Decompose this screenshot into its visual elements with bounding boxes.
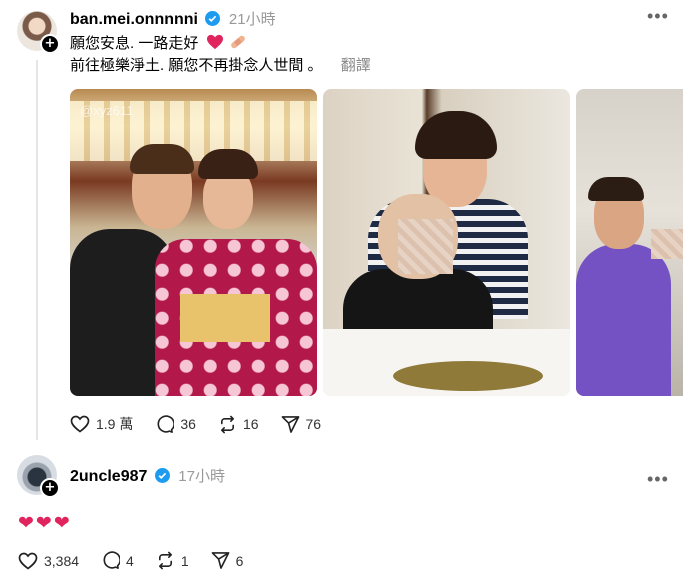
comment-icon [157,414,175,433]
share-icon [211,552,230,569]
reply-comment-count: 4 [126,552,134,569]
like-count: 1.9 萬 [96,416,134,432]
heart-outline-icon [18,552,38,570]
face-blur [398,219,453,274]
reply-like-count: 3,384 [44,552,80,569]
post-body: 願您安息. 一路走好 前往極樂淨土. 願您不再掛念人世間 。 翻譯 [70,33,371,77]
reply-header: 2uncle987 17小時 [70,465,225,486]
username[interactable]: ban.mei.onnnnni [70,11,198,28]
repost-icon [158,551,172,570]
reply-actions: 3,384 4 1 6 [18,551,265,570]
translate-link[interactable]: 翻譯 [341,57,371,74]
person-purple-shirt [576,244,671,396]
comment-count: 36 [180,416,196,432]
share-button[interactable]: 76 [281,415,322,434]
reply-share-button[interactable]: 6 [211,551,244,570]
bandage-icon [230,35,245,49]
reply-verified-badge-icon [154,468,170,483]
share-icon [281,415,299,433]
child-face-blur [651,229,683,259]
verified-badge-icon [205,11,221,26]
post-time: 21小時 [228,11,276,28]
share-count: 76 [305,416,322,432]
obi-belt [180,294,270,342]
reply-emoji: ❤❤❤ [18,512,72,534]
post-line-1: 願您安息. 一路走好 [70,33,371,55]
person-hair [588,177,644,201]
follow-plus-icon[interactable]: + [40,34,60,54]
person-man-hair [130,144,194,174]
heart-outline-icon [70,415,90,433]
reply-follow-plus-icon[interactable]: + [40,478,60,498]
reply-username[interactable]: 2uncle987 [70,468,147,485]
person-woman-hair [198,149,258,179]
post-actions: 1.9 萬 36 16 76 [70,414,343,434]
grandma-hair [415,111,497,159]
comment-button[interactable]: 36 [155,414,196,434]
post-line-2: 前往極樂淨土. 願您不再掛念人世間 。 翻譯 [70,55,371,77]
post-header: ban.mei.onnnnni 21小時 [70,8,276,29]
red-heart-icon [206,34,223,50]
thread-line [36,60,38,440]
like-button[interactable]: 1.9 萬 [70,414,133,434]
reply-time: 17小時 [178,468,225,485]
reply-body: ❤❤❤ [18,512,72,534]
reply-like-button[interactable]: 3,384 [18,552,79,570]
reply-repost-button[interactable]: 1 [156,551,189,570]
repost-count: 16 [242,416,259,432]
reply-share-count: 6 [235,552,244,569]
post-line-1-text: 願您安息. 一路走好 [70,35,199,52]
more-options-icon[interactable]: ••• [647,6,669,27]
reply-comment-button[interactable]: 4 [101,551,134,570]
reply-repost-count: 1 [180,552,189,569]
photo-watermark: @xyz611 [80,103,134,118]
post-photo-1[interactable]: @xyz611 [70,89,317,396]
post-line-2-text: 前往極樂淨土. 願您不再掛念人世間 。 [70,57,323,74]
reply-more-options-icon[interactable]: ••• [647,469,669,490]
food [393,361,543,391]
repost-icon [220,415,234,433]
post-photo-3[interactable] [576,89,683,396]
repost-button[interactable]: 16 [218,415,259,434]
post-photo-2[interactable] [323,89,570,396]
comment-icon [103,551,121,569]
